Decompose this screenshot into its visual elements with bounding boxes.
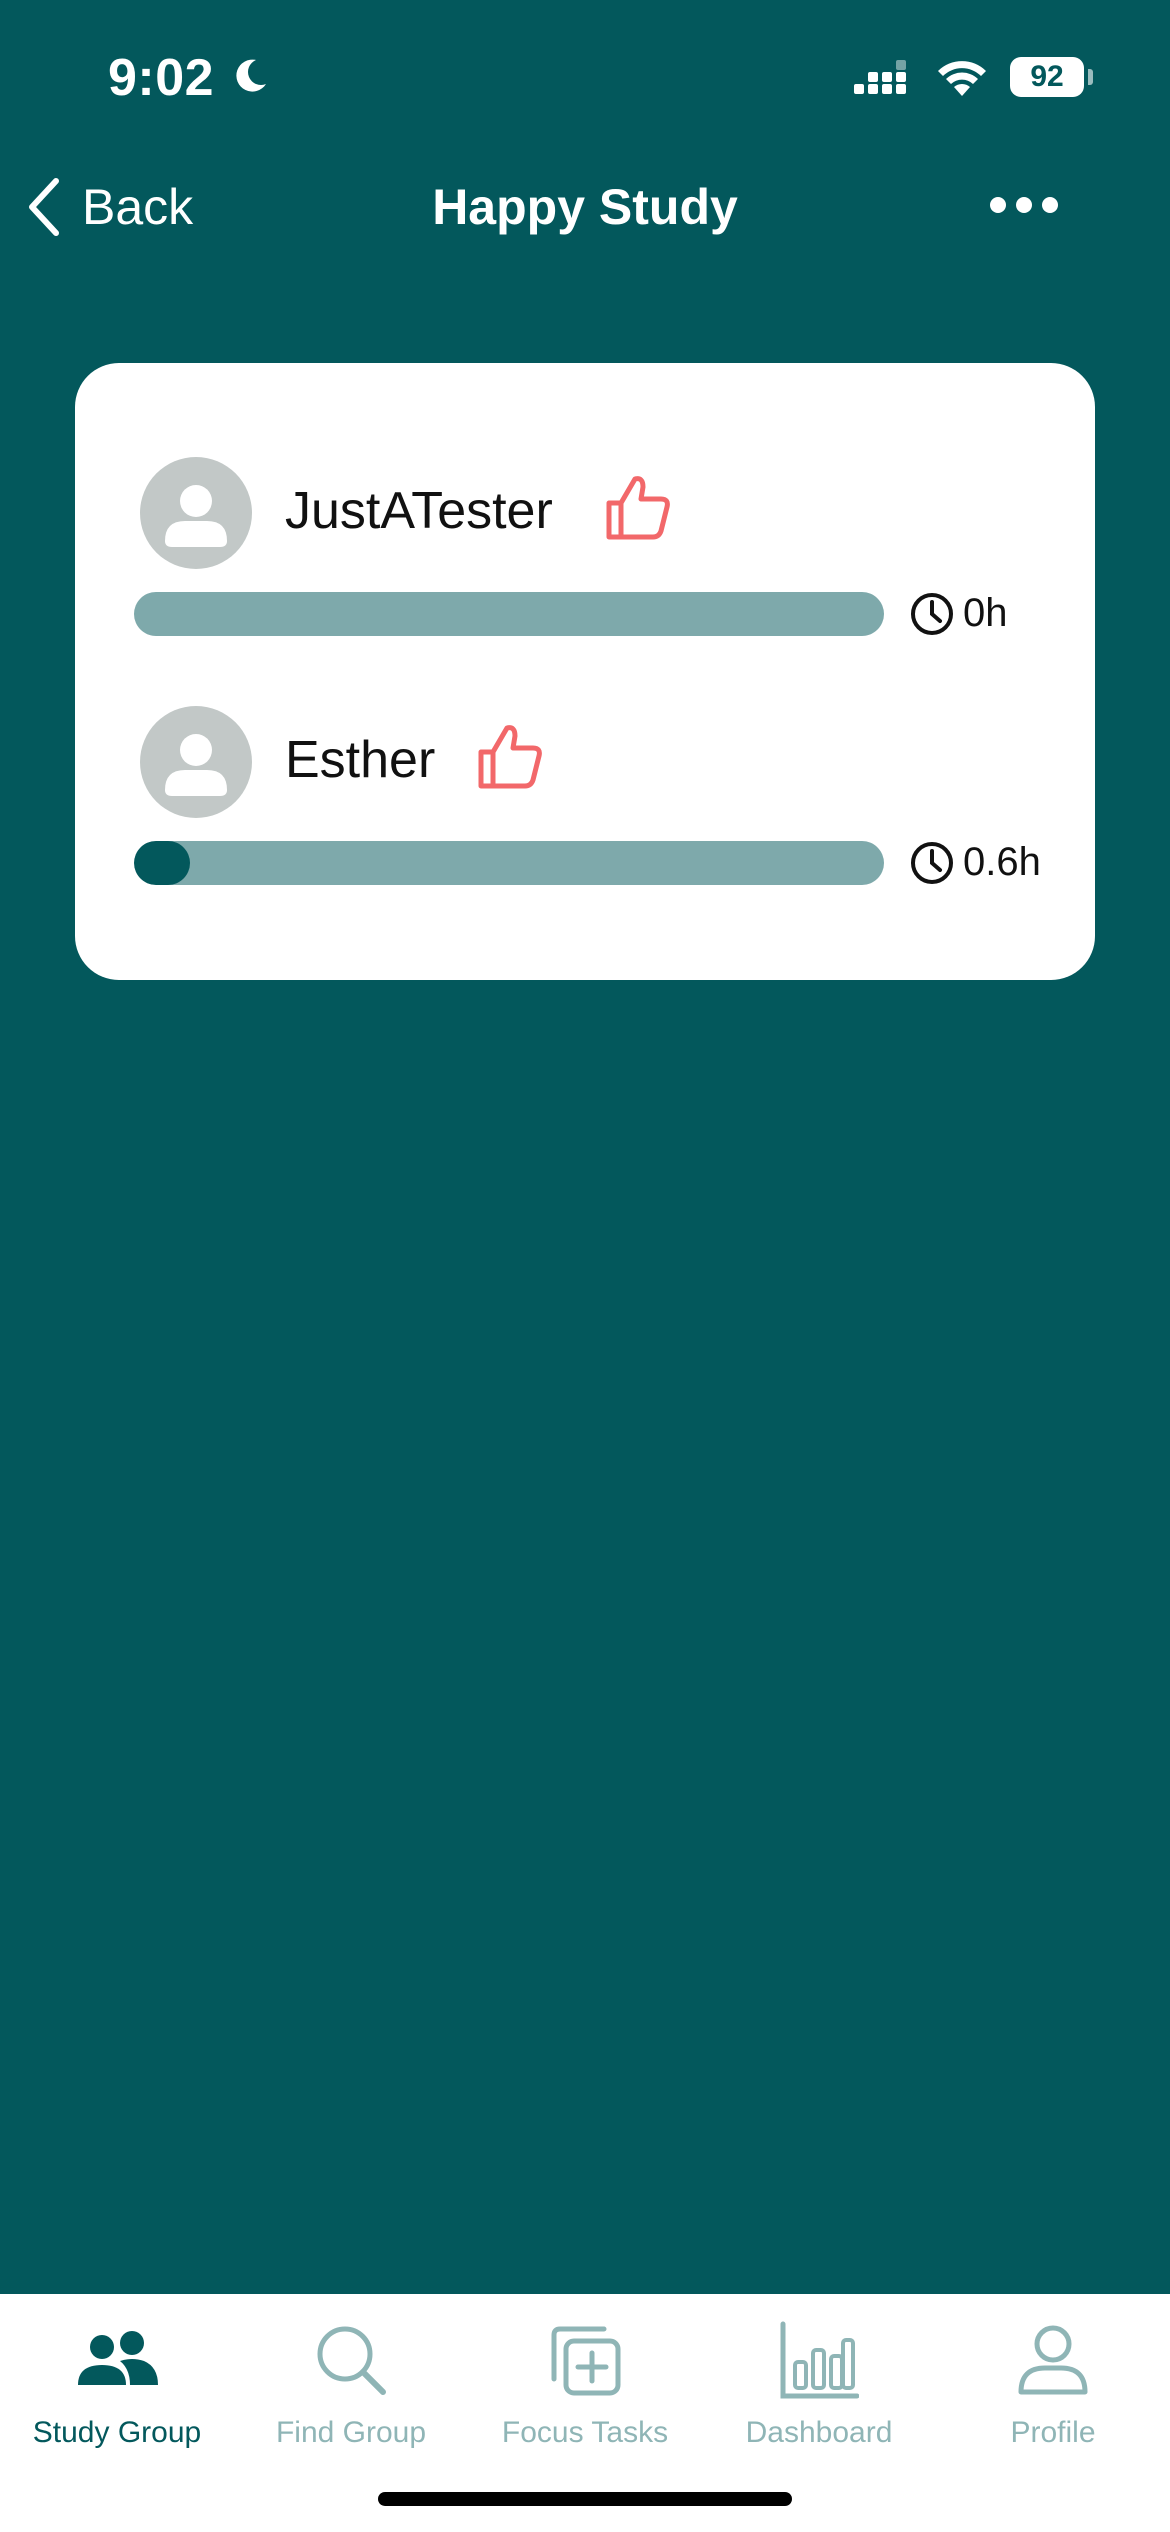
- add-task-icon: [551, 2326, 621, 2396]
- member-name: Esther: [285, 731, 436, 789]
- member-name: JustATester: [285, 482, 553, 540]
- person-icon: [1018, 2325, 1088, 2395]
- battery-icon: 92: [1010, 57, 1084, 97]
- more-icon[interactable]: [988, 190, 1060, 220]
- tab-study-group[interactable]: Study Group: [0, 2312, 234, 2462]
- person-icon: [165, 734, 227, 796]
- clock-icon: [911, 593, 953, 635]
- people-icon: [78, 2331, 158, 2385]
- bar-chart-icon: [780, 2321, 859, 2399]
- home-indicator: [378, 2492, 792, 2506]
- tab-dashboard[interactable]: Dashboard: [702, 2312, 936, 2462]
- duration-label: 0h: [963, 591, 1008, 635]
- thumbs-up-icon[interactable]: [603, 473, 673, 543]
- tab-focus-tasks[interactable]: Focus Tasks: [468, 2312, 702, 2462]
- battery-tip: [1088, 69, 1093, 85]
- screen: 9:02 92 Back Happy Study JustATester 0h …: [0, 0, 1170, 2532]
- tab-label: Dashboard: [745, 2416, 893, 2449]
- progress-bar: [134, 841, 884, 885]
- progress-bar: [134, 592, 884, 636]
- tab-profile[interactable]: Profile: [936, 2312, 1170, 2462]
- moon-icon: [236, 59, 266, 92]
- person-icon: [165, 485, 227, 547]
- progress-fill: [134, 841, 191, 885]
- status-time: 9:02: [108, 49, 215, 107]
- tab-label: Profile: [1010, 2416, 1096, 2449]
- tab-find-group[interactable]: Find Group: [234, 2312, 468, 2462]
- battery-level: 92: [1030, 60, 1064, 93]
- signal-icon: [854, 60, 906, 94]
- duration-label: 0.6h: [963, 840, 1041, 884]
- avatar: [140, 706, 252, 818]
- tab-label: Study Group: [32, 2416, 202, 2449]
- thumbs-up-icon[interactable]: [475, 722, 545, 792]
- tab-label: Find Group: [275, 2416, 427, 2449]
- clock-icon: [911, 842, 953, 884]
- tab-label: Focus Tasks: [501, 2416, 669, 2449]
- search-icon: [317, 2326, 386, 2395]
- members-card: JustATester 0h Esther 0.6h: [75, 363, 1095, 980]
- avatar: [140, 457, 252, 569]
- wifi-icon: [938, 61, 986, 96]
